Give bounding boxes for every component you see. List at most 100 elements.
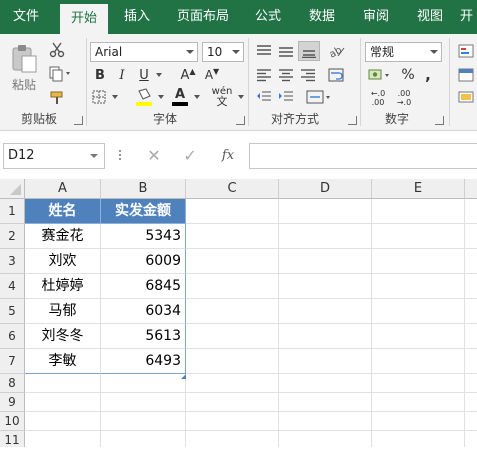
cancel-icon[interactable]: ✕ [144, 146, 164, 166]
decrease-decimal-button[interactable]: .00 →.0 [392, 87, 416, 109]
column-header-b[interactable]: B [101, 179, 186, 199]
ribbon-tab-bar: 文件 开始 插入 页面布局 公式 数据 审阅 视图 开 [0, 0, 477, 34]
tab-page-layout[interactable]: 页面布局 [170, 0, 236, 34]
row-header-1[interactable]: 1 [0, 199, 25, 224]
fill-color-button[interactable] [134, 86, 154, 108]
select-all-corner[interactable] [0, 179, 25, 199]
font-color-dropdown[interactable] [192, 88, 202, 106]
column-header-d[interactable]: D [279, 179, 372, 199]
row-header-5[interactable]: 5 [0, 299, 25, 324]
number-format-combo[interactable]: 常规 [365, 42, 442, 62]
number-dialog-launcher[interactable] [435, 116, 444, 125]
paste-button[interactable]: 粘贴 [6, 40, 42, 96]
table-resize-handle[interactable] [181, 368, 186, 379]
accounting-format-button[interactable] [366, 66, 394, 84]
column-header-a[interactable]: A [25, 179, 101, 199]
bold-button[interactable]: B [91, 66, 109, 84]
table-cell-name[interactable]: 刘冬冬 [25, 324, 101, 349]
cell-styles-button[interactable] [455, 88, 477, 106]
increase-indent-button[interactable] [276, 88, 296, 106]
tab-review[interactable]: 审阅 [354, 0, 398, 34]
row-header-8[interactable]: 8 [0, 374, 25, 393]
group-divider [449, 38, 450, 126]
font-dialog-launcher[interactable] [236, 116, 245, 125]
underline-dropdown[interactable] [154, 66, 164, 84]
increase-font-size-button[interactable]: A ▲ [178, 66, 198, 84]
tab-formulas[interactable]: 公式 [246, 0, 290, 34]
percent-style-button[interactable]: % [400, 66, 416, 84]
phonetic-dropdown[interactable] [236, 88, 246, 106]
cut-button[interactable] [46, 40, 68, 60]
table-cell-amount[interactable]: 5613 [101, 324, 186, 349]
tab-data[interactable]: 数据 [300, 0, 344, 34]
row-header-2[interactable]: 2 [0, 224, 25, 249]
table-cell-name[interactable]: 马郁 [25, 299, 101, 324]
chevron-down-icon [430, 50, 438, 54]
decrease-indent-button[interactable] [254, 88, 274, 106]
align-top-button[interactable] [254, 42, 274, 60]
formula-bar-splitter[interactable] [118, 148, 122, 164]
column-header-f[interactable] [465, 179, 477, 199]
font-size-combo[interactable]: 10 [202, 42, 244, 62]
align-center-button[interactable] [276, 66, 296, 84]
align-left-button[interactable] [254, 66, 274, 84]
table-cell-name[interactable]: 赛金花 [25, 224, 101, 249]
conditional-formatting-button[interactable] [455, 42, 477, 60]
tab-developer[interactable]: 开 [460, 0, 477, 34]
comma-style-button[interactable]: , [420, 66, 436, 84]
tab-insert[interactable]: 插入 [114, 0, 160, 34]
table-cell-amount[interactable]: 6009 [101, 249, 186, 274]
increase-decimal-button[interactable]: ←.0 .00 [366, 87, 390, 109]
group-divider [248, 38, 249, 126]
borders-button[interactable] [91, 88, 107, 106]
align-middle-button[interactable] [276, 42, 296, 60]
row-header-6[interactable]: 6 [0, 324, 25, 349]
row-header-7[interactable]: 7 [0, 349, 25, 374]
row-header-9[interactable]: 9 [0, 393, 25, 412]
align-right-button[interactable] [298, 66, 318, 84]
worksheet-grid: A B C D E 1 2 3 4 5 6 7 8 9 10 11 姓名 实发金… [0, 179, 477, 447]
underline-button[interactable]: U [135, 66, 153, 84]
phonetic-guide-button[interactable]: wén 文 [210, 86, 234, 108]
table-cell-name[interactable]: 刘欢 [25, 249, 101, 274]
formula-input[interactable] [249, 143, 477, 169]
name-box[interactable]: D12 [3, 143, 105, 169]
table-cell-amount[interactable]: 6034 [101, 299, 186, 324]
font-color-button[interactable]: A [170, 86, 190, 108]
enter-icon[interactable]: ✓ [180, 146, 200, 166]
tab-home[interactable]: 开始 [60, 4, 108, 34]
orientation-button[interactable]: ab [326, 42, 350, 60]
row-header-10[interactable]: 10 [0, 412, 25, 431]
row-header-4[interactable]: 4 [0, 274, 25, 299]
borders-dropdown[interactable] [110, 88, 120, 106]
table-cell-name[interactable]: 李敏 [25, 349, 101, 374]
row-header-11[interactable]: 11 [0, 431, 25, 447]
wrap-text-button[interactable] [326, 66, 346, 84]
table-cell-name[interactable]: 杜婷婷 [25, 274, 101, 299]
format-painter-button[interactable] [46, 88, 68, 108]
chevron-down-icon [186, 50, 194, 54]
decrease-font-size-button[interactable]: A ▼ [202, 66, 222, 84]
empty-cells-area[interactable] [186, 199, 477, 447]
tab-view[interactable]: 视图 [408, 0, 452, 34]
font-name-combo[interactable]: Arial [90, 42, 198, 62]
format-as-table-button[interactable] [455, 66, 477, 84]
alignment-dialog-launcher[interactable] [348, 116, 357, 125]
fill-color-dropdown[interactable] [156, 88, 166, 106]
merge-center-button[interactable] [304, 88, 334, 106]
tab-file[interactable]: 文件 [0, 0, 52, 34]
table-header-amount[interactable]: 实发金额 [101, 199, 186, 224]
table-cell-amount[interactable]: 6845 [101, 274, 186, 299]
insert-function-button[interactable]: fx [216, 146, 240, 166]
copy-button[interactable] [46, 64, 76, 84]
table-cell-amount[interactable]: 5343 [101, 224, 186, 249]
column-header-e[interactable]: E [372, 179, 465, 199]
wrap-text-icon [328, 68, 344, 82]
row-header-3[interactable]: 3 [0, 249, 25, 274]
table-header-name[interactable]: 姓名 [25, 199, 101, 224]
italic-button[interactable]: I [113, 66, 131, 84]
column-header-c[interactable]: C [186, 179, 279, 199]
align-bottom-button[interactable] [298, 41, 320, 61]
clipboard-dialog-launcher[interactable] [74, 116, 83, 125]
table-cell-amount[interactable]: 6493 [101, 349, 186, 374]
